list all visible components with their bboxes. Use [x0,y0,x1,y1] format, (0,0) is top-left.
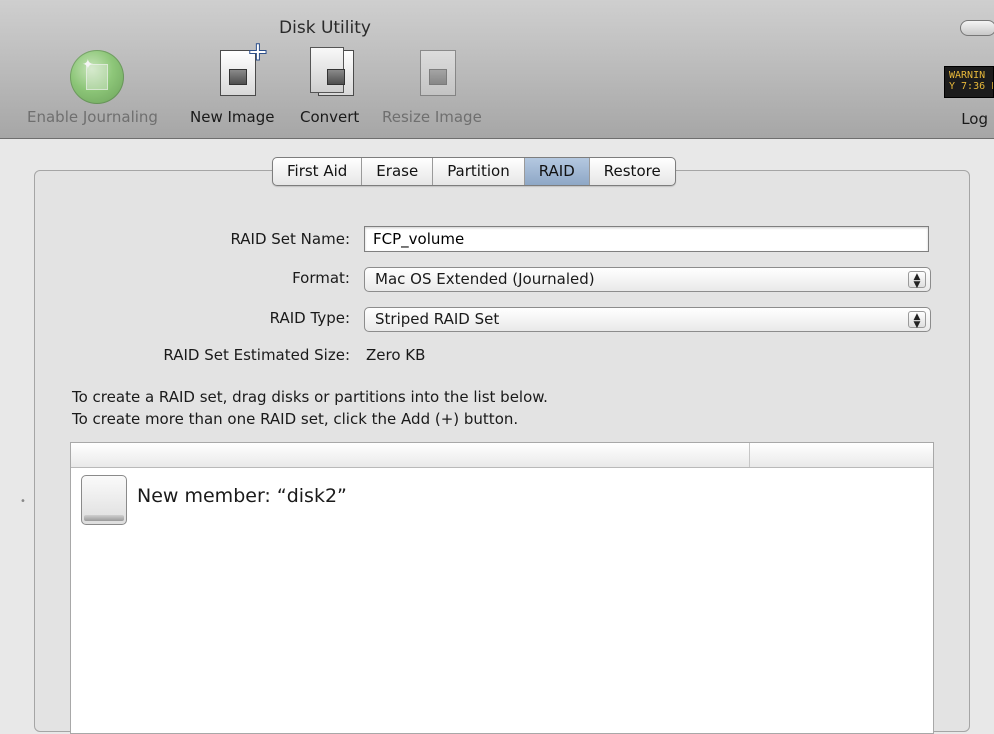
raid-size-row: RAID Set Estimated Size: Zero KB [0,346,994,368]
instructions: To create a RAID set, drag disks or part… [72,386,548,430]
popup-arrows-icon: ▲ ▼ [908,311,926,330]
format-value: Mac OS Extended (Journaled) [375,270,595,288]
log-label[interactable]: Log [961,110,988,128]
toolbar: Disk Utility ✦ Enable Journaling + New I… [0,0,994,139]
raid-name-row: RAID Set Name: [0,226,994,254]
convert-label: Convert [300,108,360,126]
tab-partition[interactable]: Partition [433,158,525,185]
tab-first-aid[interactable]: First Aid [273,158,363,185]
raid-name-label: RAID Set Name: [230,230,350,248]
raid-type-value: Striped RAID Set [375,310,500,328]
format-popup[interactable]: Mac OS Extended (Journaled) ▲ ▼ [364,267,931,292]
enable-journaling-label: Enable Journaling [27,108,158,126]
instruction-line-2: To create more than one RAID set, click … [72,410,519,428]
format-label: Format: [292,269,350,287]
journaling-icon: ✦ [70,50,124,104]
column-divider[interactable] [749,443,750,467]
tab-bar: First Aid Erase Partition RAID Restore [272,157,676,186]
toolbar-toggle-button[interactable] [960,20,994,36]
splitter-handle[interactable]: • [20,496,26,507]
hard-drive-icon [81,475,127,525]
raid-size-label: RAID Set Estimated Size: [163,346,350,364]
resize-image-label: Resize Image [382,108,482,126]
raid-type-row: RAID Type: Striped RAID Set ▲ ▼ [0,307,994,335]
popup-arrows-icon: ▲ ▼ [908,271,926,290]
resize-image-icon [420,50,456,96]
tab-raid[interactable]: RAID [524,158,590,185]
tab-restore[interactable]: Restore [590,158,675,185]
format-row: Format: Mac OS Extended (Journaled) ▲ ▼ [0,267,994,295]
tab-erase[interactable]: Erase [362,158,434,185]
raid-type-popup[interactable]: Striped RAID Set ▲ ▼ [364,307,931,332]
list-header [71,443,933,468]
raid-type-label: RAID Type: [269,309,350,327]
convert-icon [310,47,354,96]
new-image-label: New Image [190,108,275,126]
instruction-line-1: To create a RAID set, drag disks or part… [72,388,548,406]
raid-name-input[interactable] [364,226,929,252]
log-icon[interactable]: WARNIN Y 7:36 F [944,66,994,98]
member-label: New member: “disk2” [137,485,347,507]
raid-member-list[interactable]: New member: “disk2” [70,442,934,734]
raid-size-value: Zero KB [366,346,426,364]
window-title: Disk Utility [279,18,371,38]
new-image-icon: + [220,39,269,96]
